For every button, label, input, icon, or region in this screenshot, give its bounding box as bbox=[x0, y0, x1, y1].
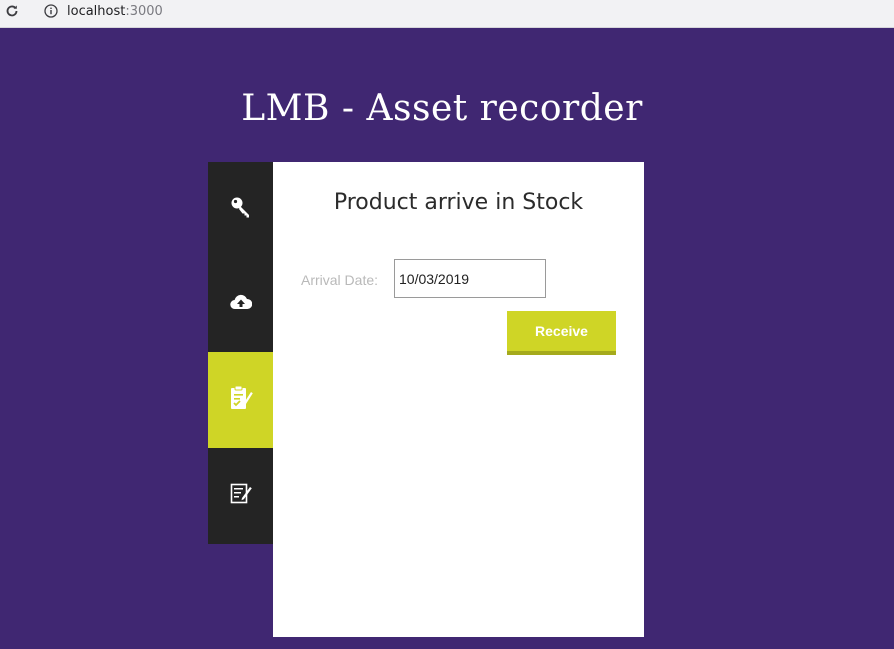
reload-icon[interactable] bbox=[3, 2, 21, 20]
sidebar-item-upload[interactable] bbox=[208, 257, 273, 352]
clipboard-check-icon bbox=[229, 385, 253, 416]
url-port: :3000 bbox=[125, 3, 163, 19]
app-title: LMB - Asset recorder bbox=[241, 88, 643, 129]
key-icon bbox=[229, 195, 253, 224]
info-icon[interactable] bbox=[44, 4, 58, 18]
browser-toolbar: localhost:3000 bbox=[0, 0, 894, 28]
url-host: localhost bbox=[67, 3, 126, 19]
sidebar-item-edit[interactable] bbox=[208, 448, 273, 543]
sidebar-item-receive[interactable] bbox=[208, 352, 273, 448]
cloud-upload-icon bbox=[229, 294, 252, 315]
panel-title: Product arrive in Stock bbox=[333, 190, 584, 215]
arrival-date-input[interactable] bbox=[394, 259, 546, 298]
receive-button[interactable]: Receive bbox=[507, 311, 616, 355]
address-bar[interactable]: localhost:3000 bbox=[33, 0, 894, 22]
edit-list-icon bbox=[229, 481, 253, 510]
receive-panel: Product arrive in Stock Arrival Date: Re… bbox=[273, 162, 644, 637]
sidebar bbox=[208, 162, 273, 544]
arrival-date-label: Arrival Date: bbox=[301, 272, 379, 288]
sidebar-item-key[interactable] bbox=[208, 162, 273, 257]
